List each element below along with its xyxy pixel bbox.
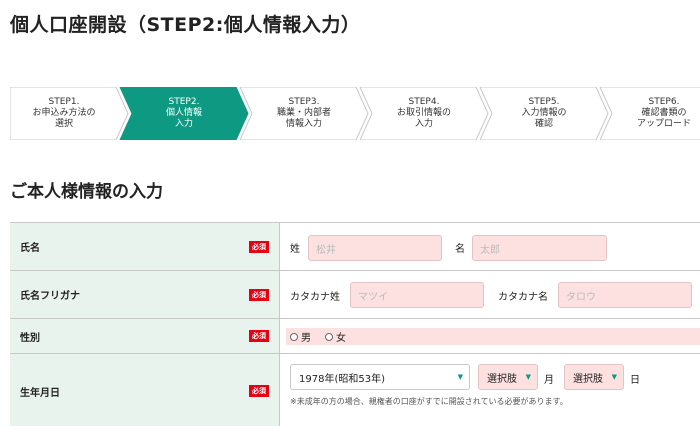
- section-title: ご本人様情報の入力: [10, 182, 163, 202]
- month-unit: 月: [544, 375, 554, 386]
- row-label-birthdate: 生年月日 必須: [10, 354, 280, 426]
- row-name: 氏名 必須 姓 松井 名 太郎: [10, 223, 700, 271]
- row-value-kana: カタカナ姓 マツイ カタカナ名 タロウ: [280, 271, 700, 318]
- birth-year-value: 1978年(昭和53年): [299, 373, 385, 385]
- row-value-birthdate: 1978年(昭和53年) ▼ 選択肢 ▼ 月 選択肢 ▼ 日 ※未成年の方の場合…: [280, 354, 700, 426]
- birth-month-select[interactable]: 選択肢 ▼: [478, 364, 538, 390]
- row-gender: 性別 必須 男 女: [10, 319, 700, 354]
- label-kana: 氏名フリガナ: [20, 291, 80, 302]
- label-name: 氏名: [20, 243, 40, 254]
- first-name-input[interactable]: 太郎: [472, 235, 607, 261]
- last-name-input[interactable]: 松井: [308, 235, 442, 261]
- birth-month-value: 選択肢: [487, 373, 517, 385]
- chevron-down-icon: ▼: [525, 373, 531, 381]
- first-name-label: 名: [455, 244, 465, 255]
- required-badge: 必須: [249, 288, 269, 301]
- row-birthdate: 生年月日 必須 1978年(昭和53年) ▼ 選択肢 ▼ 月 選択肢 ▼ 日 ※…: [10, 354, 700, 426]
- row-value-name: 姓 松井 名 太郎: [280, 223, 700, 270]
- step-progress-bar: STEP1. お申込み方法の 選択 STEP2. 個人情報 入力 STEP3. 職業…: [10, 87, 700, 140]
- radio-male[interactable]: [290, 332, 298, 341]
- row-label-name: 氏名 必須: [10, 223, 280, 270]
- row-label-kana: 氏名フリガナ 必須: [10, 271, 280, 318]
- gender-female-label: 女: [336, 333, 346, 344]
- label-gender: 性別: [20, 332, 40, 344]
- step-label-4: STEP4. お取引情報の 入力: [396, 97, 451, 129]
- gender-radio-group: 男 女: [286, 328, 700, 345]
- gender-male-label: 男: [301, 333, 311, 344]
- step-label-1: STEP1. お申込み方法の 選択: [32, 97, 96, 129]
- label-birthdate: 生年月日: [20, 387, 60, 399]
- chevron-down-icon: ▼: [457, 373, 463, 381]
- page-title: 個人口座開設（STEP2:個人情報入力）: [10, 14, 361, 36]
- day-unit: 日: [630, 375, 640, 386]
- step-label-6: STEP6. 確認書類の アップロード: [636, 97, 691, 129]
- kana-last-label: カタカナ姓: [290, 292, 340, 303]
- minor-notice: ※未成年の方の場合、親権者の口座がすでに開設されている必要があります。: [290, 397, 568, 406]
- kana-last-input[interactable]: マツイ: [350, 282, 484, 308]
- birth-day-value: 選択肢: [573, 373, 603, 385]
- required-badge: 必須: [249, 240, 269, 253]
- last-name-label: 姓: [290, 244, 300, 255]
- kana-first-label: カタカナ名: [498, 292, 548, 303]
- birth-day-select[interactable]: 選択肢 ▼: [564, 364, 624, 390]
- row-value-gender: 男 女: [280, 319, 700, 353]
- personal-info-form: 氏名 必須 姓 松井 名 太郎 氏名フリガナ 必須 カタカナ姓 マツイ カタカナ…: [10, 222, 700, 426]
- chevron-down-icon: ▼: [611, 373, 617, 381]
- step-label-2: STEP2. 個人情報 入力: [165, 97, 202, 129]
- radio-female[interactable]: [325, 332, 333, 341]
- required-badge: 必須: [249, 330, 269, 342]
- step-label-5: STEP5. 入力情報の 確認: [521, 97, 567, 129]
- gender-female-option[interactable]: 女: [325, 329, 346, 344]
- row-kana: 氏名フリガナ 必須 カタカナ姓 マツイ カタカナ名 タロウ: [10, 271, 700, 319]
- birth-year-select[interactable]: 1978年(昭和53年) ▼: [290, 364, 470, 390]
- row-label-gender: 性別 必須: [10, 319, 280, 353]
- gender-male-option[interactable]: 男: [290, 329, 311, 344]
- required-badge: 必須: [249, 385, 269, 397]
- step-label-3: STEP3. 職業・内部者 情報入力: [276, 97, 331, 129]
- kana-first-input[interactable]: タロウ: [558, 282, 692, 308]
